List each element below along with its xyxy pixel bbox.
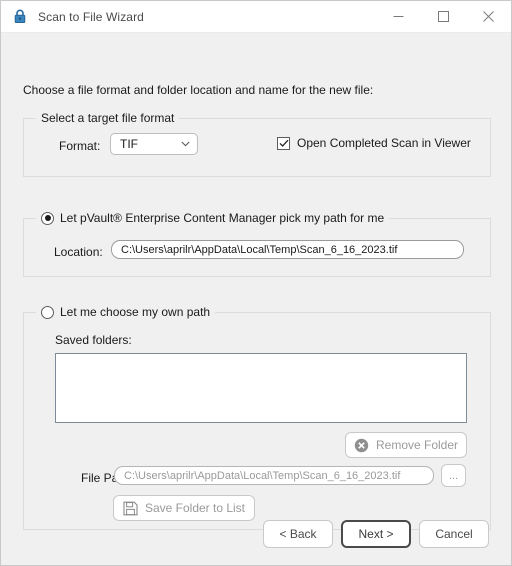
remove-folder-label: Remove Folder: [375, 438, 459, 452]
wizard-navigation: < Back Next > Cancel: [263, 520, 489, 548]
file-path-field-value: C:\Users\aprilr\AppData\Local\Temp\Scan_…: [124, 469, 401, 482]
window-controls: [376, 1, 511, 32]
close-button[interactable]: [466, 1, 511, 32]
auto-path-radio-label: Let pVault® Enterprise Content Manager p…: [60, 211, 385, 225]
auto-path-group: Let pVault® Enterprise Content Manager p…: [23, 211, 491, 277]
window-title: Scan to File Wizard: [38, 9, 144, 24]
format-select-value: TIF: [120, 137, 138, 151]
cancel-button-label: Cancel: [435, 527, 473, 541]
checkbox-box: [277, 136, 290, 150]
open-completed-scan-checkbox[interactable]: Open Completed Scan in Viewer: [277, 136, 471, 150]
back-button[interactable]: < Back: [263, 520, 333, 548]
next-button[interactable]: Next >: [341, 520, 411, 548]
floppy-disk-icon: [123, 501, 138, 516]
format-select[interactable]: TIF: [110, 133, 198, 155]
manual-path-group: Let me choose my own path Saved folders:…: [23, 305, 491, 530]
auto-path-legend[interactable]: Let pVault® Enterprise Content Manager p…: [36, 211, 390, 225]
maximize-button[interactable]: [421, 1, 466, 32]
scan-to-file-wizard-window: Scan to File Wizard Choose a file format…: [0, 0, 512, 566]
save-folder-to-list-label: Save Folder to List: [144, 501, 246, 515]
back-button-label: < Back: [279, 527, 317, 541]
title-bar: Scan to File Wizard: [1, 1, 511, 33]
manual-path-legend[interactable]: Let me choose my own path: [36, 305, 216, 319]
browse-ellipsis-label: ...: [448, 469, 459, 482]
wizard-body: Choose a file format and folder location…: [1, 33, 511, 565]
manual-path-radio[interactable]: [41, 305, 54, 319]
location-field-value: C:\Users\aprilr\AppData\Local\Temp\Scan_…: [121, 243, 398, 256]
save-folder-to-list-button[interactable]: Save Folder to List: [113, 495, 255, 521]
target-file-format-legend: Select a target file format: [36, 111, 180, 125]
saved-folders-label: Saved folders:: [55, 333, 132, 347]
auto-path-radio[interactable]: [41, 211, 54, 225]
padlock-icon: [12, 9, 28, 25]
target-file-format-group: Select a target file format Format: TIF …: [23, 111, 491, 177]
remove-folder-button[interactable]: Remove Folder: [345, 432, 467, 458]
next-button-label: Next >: [358, 527, 394, 541]
location-field[interactable]: C:\Users\aprilr\AppData\Local\Temp\Scan_…: [111, 240, 464, 259]
cancel-button[interactable]: Cancel: [419, 520, 489, 548]
remove-circle-icon: [354, 438, 369, 453]
browse-button[interactable]: ...: [441, 464, 466, 487]
instruction-text: Choose a file format and folder location…: [23, 83, 374, 97]
chevron-down-icon: [179, 138, 191, 150]
radio-dot: [44, 215, 51, 221]
manual-path-radio-label: Let me choose my own path: [60, 305, 211, 319]
file-path-field[interactable]: C:\Users\aprilr\AppData\Local\Temp\Scan_…: [114, 466, 434, 485]
location-label: Location:: [54, 245, 103, 259]
minimize-button[interactable]: [376, 1, 421, 32]
saved-folders-listbox[interactable]: [55, 353, 467, 423]
open-completed-scan-label: Open Completed Scan in Viewer: [297, 136, 471, 150]
format-label: Format:: [59, 139, 101, 153]
